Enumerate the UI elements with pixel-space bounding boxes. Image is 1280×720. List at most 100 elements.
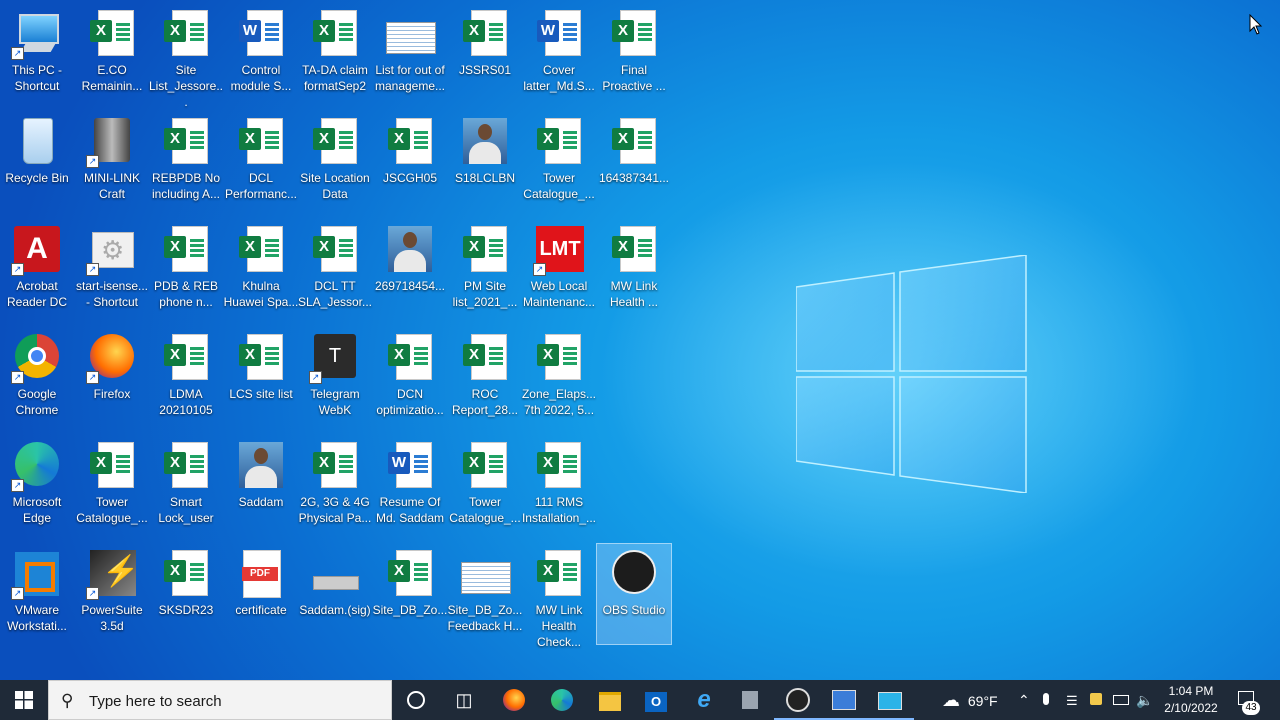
desktop-icon[interactable]: X Site List_Jessore...	[149, 4, 223, 109]
tray-battery[interactable]	[1113, 680, 1129, 720]
desktop-icon[interactable]: X Final Proactive ...	[597, 4, 671, 104]
desktop-icon[interactable]: W Resume Of Md. Saddam	[373, 436, 447, 536]
desktop-icon[interactable]: X PM Site list_2021_...	[448, 220, 522, 320]
desktop-icon[interactable]: X Tower Catalogue_...	[448, 436, 522, 536]
desktop-icon[interactable]: X DCL Performanc...	[224, 112, 298, 212]
taskbar-app2[interactable]	[820, 680, 868, 720]
excel-icon: X	[461, 334, 509, 382]
desktop-icon[interactable]: ↗ MINI-LINK Craft	[75, 112, 149, 212]
desktop-icon[interactable]: X Smart Lock_user	[149, 436, 223, 536]
desktop-icon[interactable]: X JSSRS01	[448, 4, 522, 104]
desktop-icon[interactable]: ↗ PowerSuite 3.5d	[75, 544, 149, 644]
desktop-icon[interactable]: X JSCGH05	[373, 112, 447, 212]
desktop-icon-label: Zone_Elaps... 7th 2022, 5...	[521, 387, 597, 417]
desktop-icon[interactable]: Saddam	[224, 436, 298, 536]
notification-center-button[interactable]: 43	[1238, 680, 1262, 720]
excel-icon: X	[237, 118, 285, 166]
desktop-icon[interactable]: X REBPDB No including A...	[149, 112, 223, 212]
taskbar-firefox[interactable]	[490, 680, 538, 720]
taskbar-app[interactable]	[726, 680, 774, 720]
desktop-icon[interactable]: ↗ start-isense... - Shortcut	[75, 220, 149, 320]
desktop-icon[interactable]: ↗ Firefox	[75, 328, 149, 428]
desktop-icon[interactable]: A ↗ Acrobat Reader DC	[0, 220, 74, 320]
taskbar-internet-explorer[interactable]: e	[680, 680, 728, 720]
desktop-icon[interactable]: W Cover latter_Md.S...	[522, 4, 596, 104]
tray-mic[interactable]	[1043, 680, 1049, 720]
weather-temp: 69°F	[967, 693, 998, 709]
tray-volume[interactable]: 🔈	[1136, 680, 1153, 720]
desktop-icon[interactable]: List for out of manageme...	[373, 4, 447, 104]
taskbar-edge[interactable]	[538, 680, 586, 720]
desktop-icon[interactable]: Site_DB_Zo... Feedback H...	[448, 544, 522, 644]
desktop-icon[interactable]: X SKSDR23	[149, 544, 223, 644]
desktop-icon[interactable]: X DCL TT SLA_Jessor...	[298, 220, 372, 320]
desktop-icon-label: DCL TT SLA_Jessor...	[297, 279, 373, 309]
desktop-icon[interactable]: ↗ This PC - Shortcut	[0, 4, 74, 104]
desktop-icon[interactable]: ↗ Microsoft Edge	[0, 436, 74, 536]
desktop-icon[interactable]: W Control module S...	[224, 4, 298, 104]
excel-icon: X	[386, 550, 434, 598]
excel-icon: X	[237, 334, 285, 382]
desktop-icon[interactable]: ↗ Google Chrome	[0, 328, 74, 428]
tray-security[interactable]	[1090, 680, 1102, 720]
desktop-icon[interactable]: X PDB & REB phone n...	[149, 220, 223, 320]
desktop-icon[interactable]: X TA-DA claim formatSep2	[298, 4, 372, 104]
desktop-icon-label: SKSDR23	[158, 603, 214, 617]
desktop-icon[interactable]: X E.CO Remainin...	[75, 4, 149, 104]
taskbar-obs[interactable]	[774, 680, 822, 720]
desktop-icon[interactable]: X MW Link Health Check...	[522, 544, 596, 649]
desktop-icon[interactable]: X Site Location Data	[298, 112, 372, 212]
file-explorer-icon	[599, 692, 621, 711]
taskbar-app3[interactable]	[866, 680, 914, 720]
tray-network[interactable]: ☰	[1066, 680, 1078, 720]
excel-icon: X	[610, 226, 658, 274]
excel-icon: X	[311, 10, 359, 58]
task-view-button[interactable]: ◫	[440, 680, 488, 720]
excel-icon: X	[386, 118, 434, 166]
clock[interactable]: 1:04 PM 2/10/2022	[1156, 683, 1226, 717]
desktop-icon[interactable]: PDF certificate	[224, 544, 298, 644]
desktop-icon[interactable]: T ↗ Telegram WebK	[298, 328, 372, 428]
desktop-icon[interactable]: X 164387341...	[597, 112, 671, 212]
desktop-icon[interactable]: ↗ VMware Workstati...	[0, 544, 74, 644]
battery-icon	[1113, 695, 1129, 705]
desktop-icon[interactable]: Saddam.(sig)	[298, 544, 372, 644]
desktop-icon[interactable]: Recycle Bin	[0, 112, 74, 212]
taskbar-file-explorer[interactable]	[586, 680, 634, 720]
desktop-icon[interactable]: 269718454...	[373, 220, 447, 320]
desktop-icon[interactable]: S18LCLBN	[448, 112, 522, 212]
desktop-icon[interactable]: X Tower Catalogue_...	[75, 436, 149, 536]
start-button[interactable]	[0, 680, 48, 720]
desktop-icon[interactable]: X Tower Catalogue_...	[522, 112, 596, 212]
desktop-icon-label: Site Location Data	[300, 171, 370, 201]
sheet-icon	[461, 550, 511, 598]
cortana-button[interactable]	[392, 680, 440, 720]
desktop-icon-label: Site List_Jessore...	[148, 63, 224, 109]
desktop-icon[interactable]: X MW Link Health ...	[597, 220, 671, 320]
tray-overflow-button[interactable]: ⌃	[1018, 680, 1030, 720]
desktop-icon-label: 269718454...	[374, 279, 446, 293]
desktop-icon[interactable]: X DCN optimizatio...	[373, 328, 447, 428]
pdf-icon: PDF	[237, 550, 285, 598]
windows-start-icon	[15, 691, 33, 709]
desktop-icon[interactable]: X Zone_Elaps... 7th 2022, 5...	[522, 328, 596, 428]
desktop-icon[interactable]: X 2G, 3G & 4G Physical Pa...	[298, 436, 372, 536]
edge-icon: ↗	[11, 442, 61, 492]
taskbar-search-box[interactable]: ⚲ Type here to search	[48, 680, 392, 720]
desktop-icon[interactable]: X ROC Report_28...	[448, 328, 522, 428]
shortcut-arrow-icon: ↗	[11, 263, 24, 276]
desktop-icon[interactable]: X Site_DB_Zo...	[373, 544, 447, 644]
desktop-icon[interactable]: X 111 RMS Installation_...	[522, 436, 596, 536]
internet-explorer-icon: e	[697, 686, 711, 713]
desktop-icon[interactable]: X Khulna Huawei Spa...	[224, 220, 298, 320]
desktop-icon[interactable]: OBS Studio	[596, 543, 672, 645]
excel-icon: X	[461, 442, 509, 490]
taskbar-outlook[interactable]: O	[632, 680, 680, 720]
desktop-icon[interactable]: X LDMA 20210105	[149, 328, 223, 428]
desktop-icon-label: Telegram WebK	[310, 387, 360, 417]
weather-widget[interactable]: ☁ 69°F	[942, 680, 998, 720]
excel-icon: X	[386, 334, 434, 382]
windows-wallpaper-logo	[796, 255, 1027, 493]
desktop-icon[interactable]: LMT ↗ Web Local Maintenanc...	[522, 220, 596, 320]
desktop-icon[interactable]: X LCS site list	[224, 328, 298, 428]
